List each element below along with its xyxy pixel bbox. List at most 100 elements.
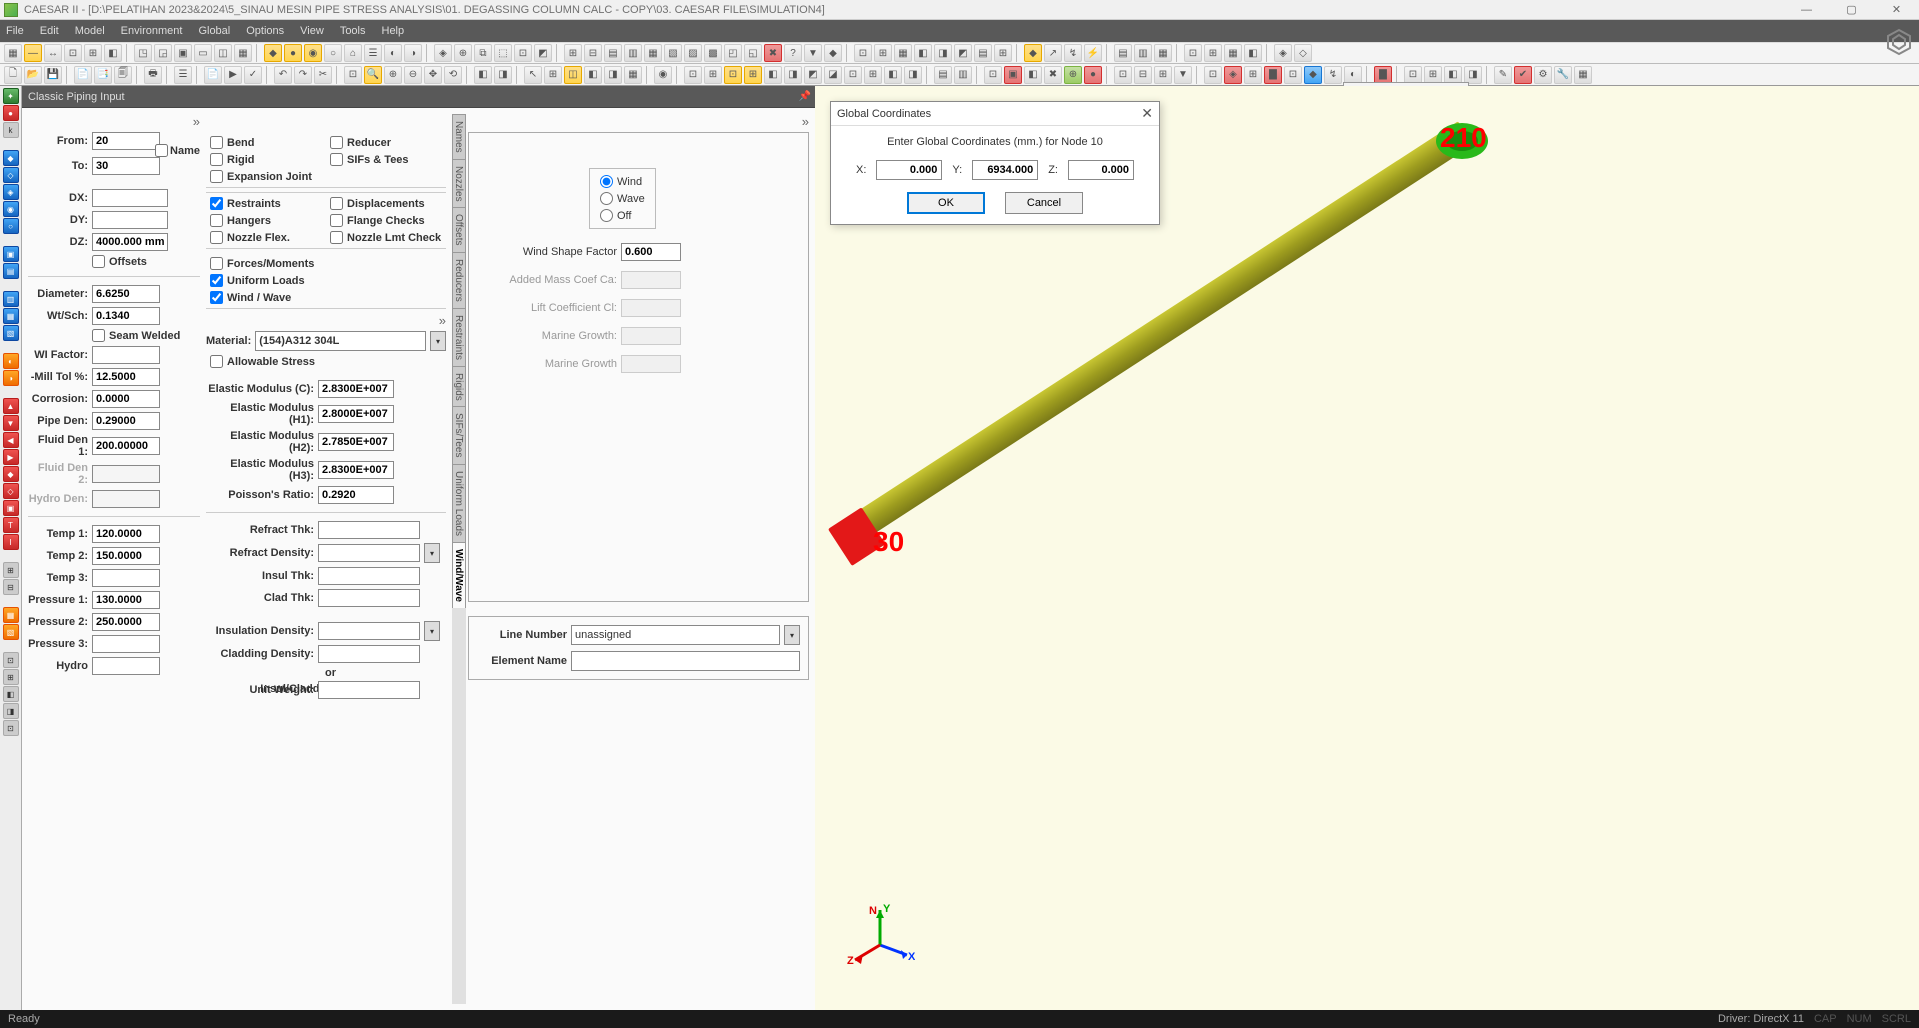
off-radio[interactable]	[600, 209, 613, 222]
strip-icon[interactable]: ○	[3, 218, 19, 234]
ec-input[interactable]	[318, 380, 394, 398]
tool-btn[interactable]: ▤	[934, 66, 952, 84]
tool-btn[interactable]: ▦	[1224, 44, 1242, 62]
tool-btn[interactable]: ✖	[764, 44, 782, 62]
tool-btn[interactable]: ⊞	[1204, 44, 1222, 62]
z-input[interactable]	[1068, 160, 1134, 180]
tool-btn[interactable]: ◆	[1304, 66, 1322, 84]
dx-input[interactable]	[92, 189, 168, 207]
tool-btn[interactable]: ▤	[1114, 44, 1132, 62]
tool-btn[interactable]: ⊞	[864, 66, 882, 84]
rigid-checkbox[interactable]	[210, 153, 223, 166]
tool-btn[interactable]: ◧	[584, 66, 602, 84]
tool-btn[interactable]: ○	[324, 44, 342, 62]
p3-input[interactable]	[92, 635, 160, 653]
strip-icon[interactable]: ◇	[3, 167, 19, 183]
tool-btn[interactable]: ▼	[1174, 66, 1192, 84]
t3-input[interactable]	[92, 569, 160, 587]
tool-btn[interactable]: ⬚	[494, 44, 512, 62]
tab-restraints[interactable]: Restraints	[452, 308, 466, 366]
tool-btn[interactable]: ▦	[624, 66, 642, 84]
tool-btn[interactable]: ◨	[904, 66, 922, 84]
strip-icon[interactable]: ▧	[3, 325, 19, 341]
expand-chevron-icon[interactable]: »	[206, 313, 446, 327]
name-checkbox[interactable]	[155, 144, 168, 157]
tool-redo-icon[interactable]: ↷	[294, 66, 312, 84]
tool-btn[interactable]: ◫	[564, 66, 582, 84]
tool-btn[interactable]: ◈	[1274, 44, 1292, 62]
menu-file[interactable]: File	[6, 25, 24, 37]
tool-print-icon[interactable]: 🖶	[144, 66, 162, 84]
tool-btn[interactable]: ⊡	[724, 66, 742, 84]
tool-btn[interactable]: ⊞	[564, 44, 582, 62]
wsf-input[interactable]	[621, 243, 681, 261]
tool-btn[interactable]: ⊞	[874, 44, 892, 62]
dy-input[interactable]	[92, 211, 168, 229]
tool-btn[interactable]: ▥	[954, 66, 972, 84]
strip-icon[interactable]: ▥	[3, 291, 19, 307]
it-input[interactable]	[318, 567, 420, 585]
tool-btn[interactable]: ⊡	[844, 66, 862, 84]
tab-names[interactable]: Names	[452, 114, 466, 159]
tool-btn[interactable]: ⊡	[64, 44, 82, 62]
tool-btn[interactable]: ⊞	[994, 44, 1012, 62]
tool-btn[interactable]: ◨	[1464, 66, 1482, 84]
strip-icon[interactable]: ●	[3, 105, 19, 121]
tool-btn[interactable]: ⊞	[84, 44, 102, 62]
strip-icon[interactable]: ◀	[3, 432, 19, 448]
strip-icon[interactable]: ⊡	[3, 652, 19, 668]
exp-checkbox[interactable]	[210, 170, 223, 183]
tool-btn[interactable]: 🔍	[364, 66, 382, 84]
tool-btn[interactable]: ▥	[624, 44, 642, 62]
tool-btn[interactable]: ⊡	[344, 66, 362, 84]
eh3-input[interactable]	[318, 461, 394, 479]
material-dropdown-icon[interactable]: ▾	[430, 331, 446, 351]
flange-checkbox[interactable]	[330, 214, 343, 227]
seam-checkbox[interactable]	[92, 329, 105, 342]
tool-btn[interactable]: ⊞	[544, 66, 562, 84]
strip-icon[interactable]: ▲	[3, 398, 19, 414]
hy-input[interactable]	[92, 657, 160, 675]
minimize-button[interactable]: —	[1784, 0, 1829, 20]
strip-icon[interactable]: I	[3, 534, 19, 550]
fd2-input[interactable]	[92, 465, 160, 483]
menu-global[interactable]: Global	[198, 25, 230, 37]
tool-btn[interactable]: ⊡	[514, 44, 532, 62]
tool-open-icon[interactable]: 📂	[24, 66, 42, 84]
offsets-checkbox[interactable]	[92, 255, 105, 268]
tool-btn[interactable]: ◆	[824, 44, 842, 62]
tool-btn[interactable]: ◈	[1224, 66, 1242, 84]
tool-btn[interactable]: ↯	[1064, 44, 1082, 62]
uw-input[interactable]	[318, 681, 420, 699]
tool-btn[interactable]: ⊕	[454, 44, 472, 62]
material-select[interactable]: (154)A312 304L	[255, 331, 426, 351]
tool-btn[interactable]: ◧	[1244, 44, 1262, 62]
strip-icon[interactable]: ▦	[3, 607, 19, 623]
y-input[interactable]	[972, 160, 1038, 180]
strip-icon[interactable]: ▦	[3, 308, 19, 324]
strip-icon[interactable]: ▧	[3, 624, 19, 640]
tool-btn[interactable]: ▨	[684, 44, 702, 62]
pden-input[interactable]	[92, 412, 160, 430]
strip-icon[interactable]: ⊟	[3, 579, 19, 595]
tool-btn[interactable]: ◆	[1024, 44, 1042, 62]
strip-icon[interactable]: ▶	[3, 449, 19, 465]
tool-btn[interactable]: ▧	[664, 44, 682, 62]
p1-input[interactable]	[92, 591, 160, 609]
dz-input[interactable]	[92, 233, 168, 251]
menu-help[interactable]: Help	[382, 25, 405, 37]
tool-btn[interactable]: —	[24, 44, 42, 62]
tool-btn[interactable]: ●	[284, 44, 302, 62]
strip-icon[interactable]: ◆	[3, 150, 19, 166]
tab-offsets[interactable]: Offsets	[452, 207, 466, 252]
tool-btn[interactable]: ⊡	[684, 66, 702, 84]
tool-btn[interactable]: ▇	[1264, 66, 1282, 84]
tool-btn[interactable]: ⊡	[1284, 66, 1302, 84]
tool-btn[interactable]: ▦	[1154, 44, 1172, 62]
bend-checkbox[interactable]	[210, 136, 223, 149]
strip-icon[interactable]: ⊞	[3, 562, 19, 578]
tool-btn[interactable]: ✔	[1514, 66, 1532, 84]
pin-icon[interactable]: 📌	[799, 91, 811, 102]
tool-save-icon[interactable]: 💾	[44, 66, 62, 84]
windwave-checkbox[interactable]	[210, 291, 223, 304]
